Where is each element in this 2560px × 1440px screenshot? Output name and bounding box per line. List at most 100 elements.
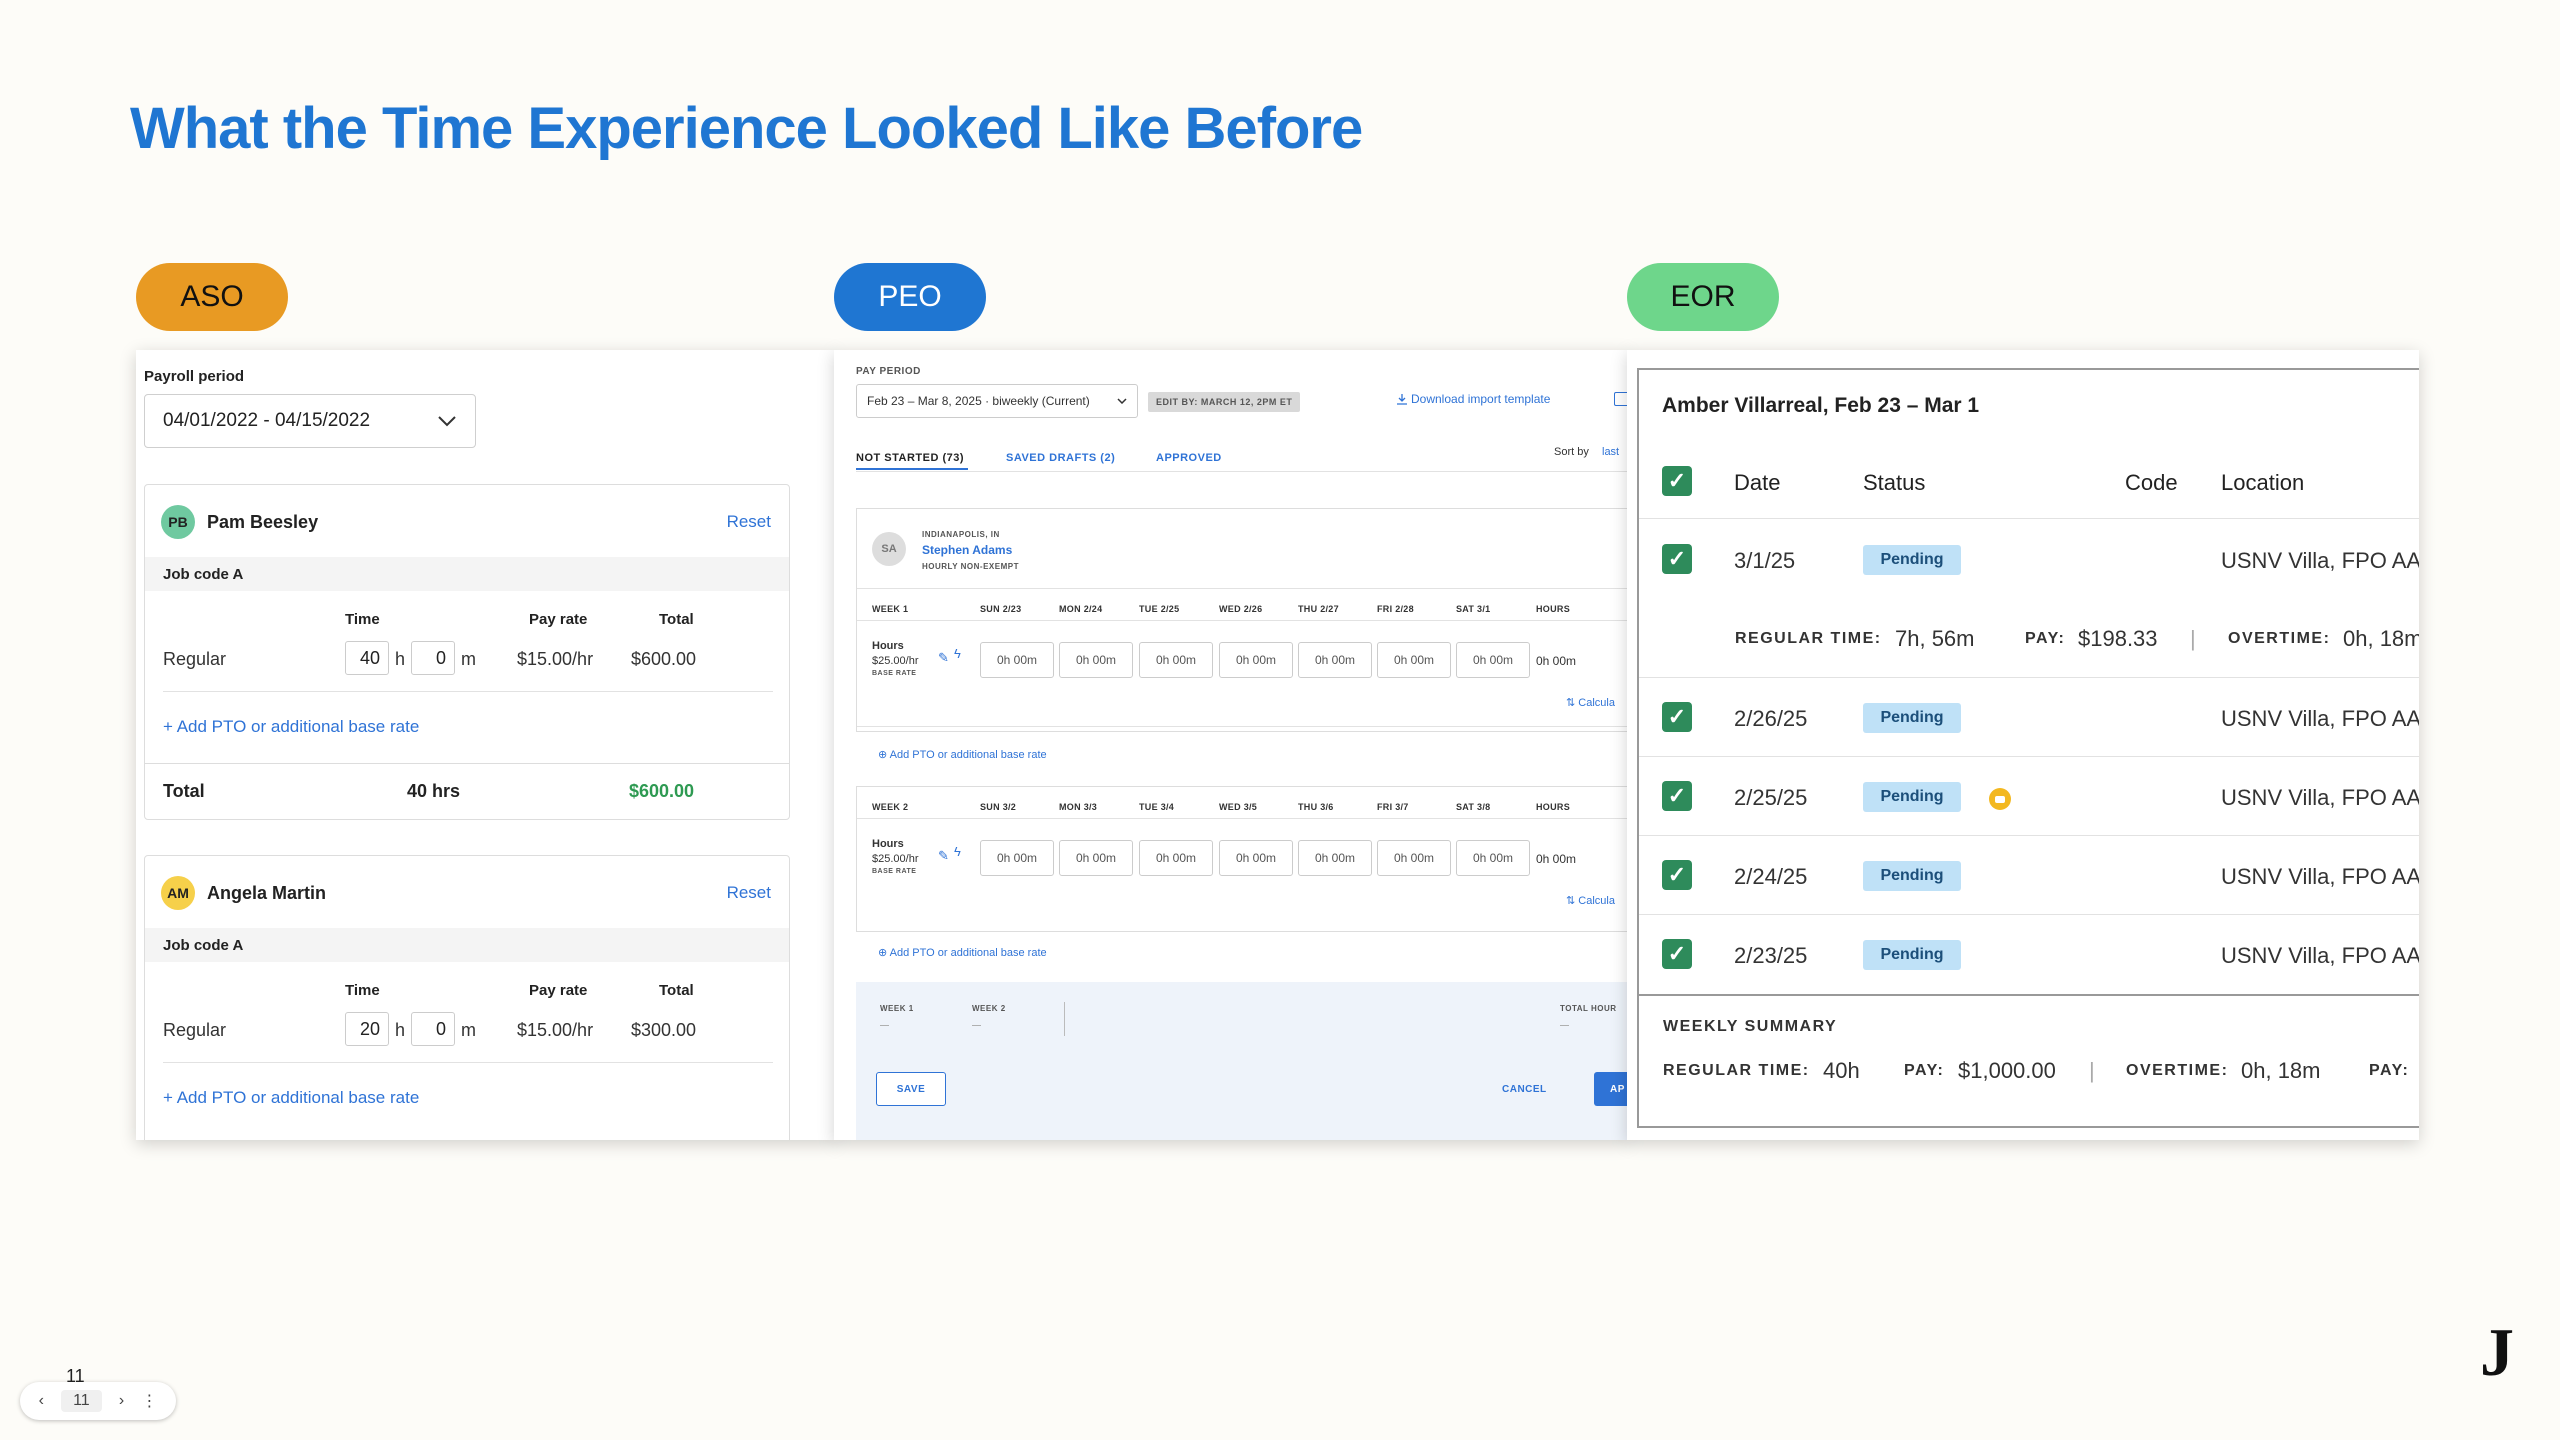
reset-link[interactable]: Reset — [727, 883, 771, 903]
add-pto-link[interactable]: ⊕ Add PTO or additional base rate — [878, 946, 1047, 959]
total-amount: $600.00 — [629, 781, 695, 801]
total-label: Total — [163, 781, 205, 801]
chevron-down-icon — [1117, 398, 1127, 404]
day-header: WED 3/5 — [1219, 802, 1258, 812]
comment-icon[interactable] — [1989, 788, 2011, 810]
day-time-input[interactable]: 0h 00m — [1219, 642, 1293, 678]
day-time-input[interactable]: 0h 00m — [1059, 840, 1133, 876]
day-time-input[interactable]: 0h 00m — [1139, 840, 1213, 876]
hours-unit: h — [395, 649, 406, 669]
row-checkbox[interactable]: ✓ — [1662, 860, 1692, 890]
minutes-unit: m — [461, 649, 476, 669]
day-header: FRI 2/28 — [1377, 604, 1414, 614]
download-icon — [1397, 394, 1407, 405]
regular-time-label: REGULAR TIME: — [1735, 630, 1882, 647]
tab-not-started[interactable]: NOT STARTED (73) — [856, 452, 964, 464]
day-time-input[interactable]: 0h 00m — [1456, 642, 1530, 678]
edit-pencil-icon[interactable]: ✎ — [938, 848, 949, 864]
lightning-icon[interactable]: ϟ — [954, 844, 961, 859]
employee-location: INDIANAPOLIS, IN — [922, 530, 1000, 539]
divider — [1639, 756, 2419, 757]
select-all-checkbox[interactable]: ✓ — [1662, 466, 1692, 496]
summary-overtime-label: OVERTIME: — [2126, 1062, 2229, 1079]
hours-input[interactable]: 20 — [345, 1012, 389, 1046]
tab-approved[interactable]: APPROVED — [1156, 452, 1222, 464]
footer-total-label: TOTAL HOUR — [1560, 1004, 1617, 1013]
aso-panel: Payroll period 04/01/2022 - 04/15/2022 P… — [136, 350, 836, 1140]
summary-regular-value: 40h — [1823, 1058, 1860, 1083]
divider — [1639, 677, 2419, 678]
pay-rate: $15.00/hr — [517, 649, 594, 669]
day-time-input[interactable]: 0h 00m — [980, 840, 1054, 876]
calculate-label: Calcula — [1578, 895, 1615, 907]
day-time-input[interactable]: 0h 00m — [1456, 840, 1530, 876]
sort-by-label: Sort by — [1554, 446, 1589, 458]
cancel-button[interactable]: CANCEL — [1502, 1084, 1547, 1095]
footer-week2-label: WEEK 2 — [972, 1004, 1006, 1013]
peo-pill: PEO — [834, 263, 986, 331]
next-slide-icon[interactable]: › — [119, 1392, 124, 1410]
pay-period-select[interactable]: Feb 23 – Mar 8, 2025 · biweekly (Current… — [856, 384, 1138, 418]
add-pto-link[interactable]: ⊕ Add PTO or additional base rate — [878, 748, 1047, 761]
avatar: SA — [872, 532, 906, 566]
avatar: PB — [161, 505, 195, 539]
divider — [857, 588, 1629, 589]
footer-divider — [1064, 1002, 1065, 1036]
tab-saved-drafts[interactable]: SAVED DRAFTS (2) — [1006, 452, 1115, 464]
approve-button[interactable]: AP — [1594, 1072, 1629, 1106]
summary-pay-value: $1,000.00 — [1958, 1058, 2056, 1083]
week-total-hours: 0h 00m — [1536, 852, 1577, 866]
row-checkbox[interactable]: ✓ — [1662, 939, 1692, 969]
payroll-period-select[interactable]: 04/01/2022 - 04/15/2022 — [144, 394, 476, 448]
day-time-input[interactable]: 0h 00m — [1377, 840, 1451, 876]
hours-unit: h — [395, 1020, 406, 1040]
col-total: Total — [659, 611, 694, 628]
base-rate-label: BASE RATE — [872, 670, 917, 677]
day-header: SAT 3/8 — [1456, 802, 1491, 812]
col-code: Code — [2125, 470, 2178, 495]
minutes-input[interactable]: 0 — [411, 1012, 455, 1046]
lightning-icon[interactable]: ϟ — [954, 646, 961, 661]
footer-week2-value: — — [972, 1020, 982, 1030]
prev-slide-icon[interactable]: ‹ — [39, 1392, 44, 1410]
tabs-divider — [856, 471, 1629, 472]
nav-page-indicator[interactable]: 11 — [61, 1390, 102, 1412]
calculate-link[interactable]: ⇅ Calcula — [1566, 696, 1615, 709]
minutes-input[interactable]: 0 — [411, 641, 455, 675]
row-location: USNV Villa, FPO AA — [2221, 943, 2419, 968]
day-time-input[interactable]: 0h 00m — [980, 642, 1054, 678]
divider — [145, 763, 789, 764]
day-header: MON 2/24 — [1059, 604, 1103, 614]
edit-by-badge: EDIT BY: MARCH 12, 2PM ET — [1148, 392, 1301, 412]
calculate-link[interactable]: ⇅ Calcula — [1566, 894, 1615, 907]
row-date: 2/23/25 — [1734, 943, 1808, 968]
reset-link[interactable]: Reset — [727, 512, 771, 532]
col-time: Time — [345, 982, 380, 999]
row-checkbox[interactable]: ✓ — [1662, 544, 1692, 574]
sort-by-value[interactable]: last — [1602, 446, 1619, 458]
divider — [163, 691, 773, 692]
save-button[interactable]: SAVE — [876, 1072, 946, 1106]
hours-input[interactable]: 40 — [345, 641, 389, 675]
day-time-input[interactable]: 0h 00m — [1377, 642, 1451, 678]
download-template-link[interactable]: Download import template — [1396, 392, 1550, 406]
edit-pencil-icon[interactable]: ✎ — [938, 650, 949, 666]
day-time-input[interactable]: 0h 00m — [1139, 642, 1213, 678]
row-total: $600.00 — [631, 649, 697, 669]
summary-pay-label: PAY: — [1904, 1062, 1945, 1079]
add-pto-link[interactable]: + Add PTO or additional base rate — [163, 1088, 419, 1108]
timesheet-heading: Amber Villarreal, Feb 23 – Mar 1 — [1662, 394, 1980, 417]
day-time-input[interactable]: 0h 00m — [1298, 840, 1372, 876]
divider — [857, 818, 1629, 819]
row-checkbox[interactable]: ✓ — [1662, 702, 1692, 732]
more-options-icon[interactable]: ⋮ — [141, 1391, 157, 1411]
row-checkbox[interactable]: ✓ — [1662, 781, 1692, 811]
day-time-input[interactable]: 0h 00m — [1298, 642, 1372, 678]
summary-regular-label: REGULAR TIME: — [1663, 1062, 1810, 1079]
day-time-input[interactable]: 0h 00m — [1059, 642, 1133, 678]
day-time-input[interactable]: 0h 00m — [1219, 840, 1293, 876]
employee-name-link[interactable]: Stephen Adams — [922, 543, 1012, 557]
download-template-label: Download import template — [1411, 392, 1551, 406]
add-pto-link[interactable]: + Add PTO or additional base rate — [163, 717, 419, 737]
hours-col-header: HOURS — [1536, 604, 1571, 614]
